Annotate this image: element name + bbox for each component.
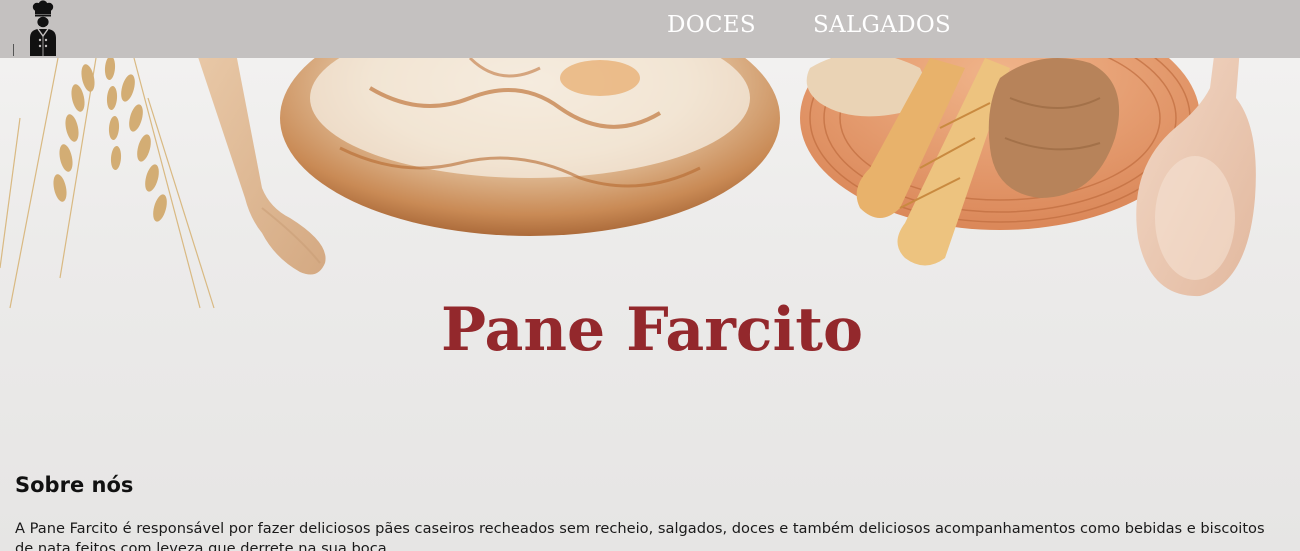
- wheat-icon: [0, 56, 215, 309]
- about-heading: Sobre nós: [15, 473, 134, 498]
- nav-link-salgados[interactable]: SALGADOS: [813, 12, 951, 38]
- brand-title: Pane Farcito: [0, 292, 1300, 368]
- brand-title-text: Pane Farcito: [441, 295, 863, 365]
- about-paragraph: A Pane Farcito é responsável por fazer d…: [15, 519, 1265, 551]
- page: DOCES SALGADOS Pane Farcito Sobre nós A …: [0, 0, 1300, 551]
- chef-logo-icon[interactable]: [22, 0, 64, 58]
- nav-link-doces[interactable]: DOCES: [667, 12, 756, 38]
- navbar: DOCES SALGADOS: [0, 0, 1300, 58]
- bread-loaf-icon: [280, 0, 780, 236]
- hero-banner: [0, 0, 1300, 318]
- divider: [13, 44, 14, 56]
